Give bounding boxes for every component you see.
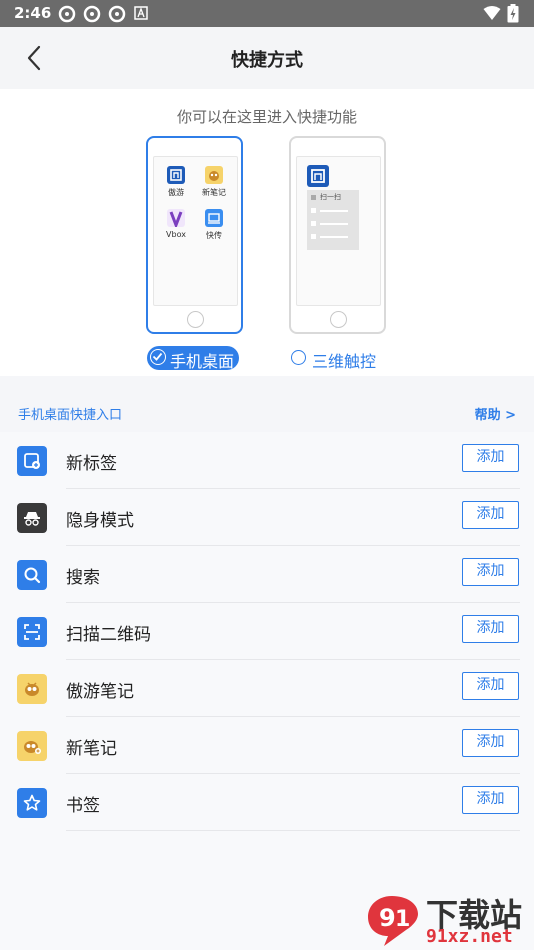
list-item: 新标签 添加	[0, 432, 534, 489]
list-item: 隐身模式 添加	[0, 489, 534, 546]
radio-icon	[291, 350, 306, 365]
touch-menu-mock: 扫一扫	[307, 190, 359, 250]
section-title: 手机桌面快捷入口	[18, 408, 123, 423]
battery-icon	[507, 4, 519, 23]
list-item: 书签 添加	[0, 774, 534, 831]
search-icon	[17, 560, 47, 590]
svg-text:9: 9	[379, 904, 396, 932]
page-title: 快捷方式	[231, 50, 303, 71]
check-icon	[150, 349, 166, 365]
add-button[interactable]: 添加	[462, 729, 519, 757]
help-link[interactable]: 帮助 >	[475, 404, 516, 423]
list-item: 扫描二维码 添加	[0, 603, 534, 660]
watermark-logo: 91	[368, 896, 418, 946]
add-button[interactable]: 添加	[462, 615, 519, 643]
touch-menu-label: 扫一扫	[320, 193, 341, 201]
item-label: 新笔记	[66, 739, 117, 759]
mini-app-label: 傲游	[168, 188, 184, 197]
mini-app-maxthon: 傲游	[158, 166, 194, 198]
status-time: 2:46	[14, 4, 52, 22]
add-button[interactable]: 添加	[462, 501, 519, 529]
phone-screen: 扫一扫	[296, 156, 381, 306]
note-bee-icon	[205, 166, 223, 184]
mini-app-quick-transfer: 快传	[196, 209, 232, 241]
option-3d-touch[interactable]: 三维触控	[290, 346, 390, 371]
option-desktop[interactable]: 手机桌面	[147, 346, 239, 371]
mini-app-label: 快传	[206, 231, 222, 240]
app-a-icon	[134, 6, 148, 20]
mini-app-new-note: 新笔记	[196, 166, 232, 198]
bookmark-icon	[17, 788, 47, 818]
divider	[66, 830, 520, 831]
maxthon-icon	[167, 166, 185, 184]
status-bar: 2:46	[0, 0, 534, 27]
list-item: 新笔记 添加	[0, 717, 534, 774]
mini-app-label: Vbox	[166, 230, 186, 239]
add-button[interactable]: 添加	[462, 672, 519, 700]
add-button[interactable]: 添加	[462, 444, 519, 472]
notification-icon	[58, 5, 76, 23]
new-tab-icon	[17, 446, 47, 476]
mini-app-label: 新笔记	[202, 188, 226, 197]
vbox-icon	[167, 209, 185, 230]
item-label: 搜索	[66, 568, 100, 588]
home-button	[330, 311, 347, 328]
maxthon-icon	[307, 165, 329, 187]
desktop-mode-preview[interactable]: 傲游 新笔记 Vbox 快传	[146, 136, 243, 334]
home-button	[187, 311, 204, 328]
add-button[interactable]: 添加	[462, 558, 519, 586]
notification-icon	[108, 5, 126, 23]
wifi-icon	[483, 6, 501, 20]
section-header: 手机桌面快捷入口 帮助 >	[0, 376, 534, 432]
option-label: 三维触控	[312, 352, 377, 371]
mini-app-vbox: Vbox	[158, 209, 194, 239]
incognito-icon	[17, 503, 47, 533]
item-label: 新标签	[66, 454, 117, 474]
list-item: 搜索 添加	[0, 546, 534, 603]
hero-subtitle: 你可以在这里进入快捷功能	[176, 108, 357, 126]
list-item: 傲游笔记 添加	[0, 660, 534, 717]
watermark-url: 91xz.net	[426, 926, 513, 947]
phone-screen: 傲游 新笔记 Vbox 快传	[153, 156, 238, 306]
add-button[interactable]: 添加	[462, 786, 519, 814]
qr-scan-icon	[17, 617, 47, 647]
notification-icon	[83, 5, 101, 23]
shortcut-list: 新标签 添加 隐身模式 添加 搜索 添加 扫描二维码 添加 傲游笔记 添加 新笔…	[0, 432, 534, 950]
watermark: 91 下载站 91xz.net	[360, 888, 534, 950]
item-label: 傲游笔记	[66, 682, 134, 702]
app-bar: 快捷方式	[0, 27, 534, 89]
item-label: 书签	[66, 796, 100, 816]
maxthon-note-icon	[17, 674, 47, 704]
shortcut-mode-selector: 你可以在这里进入快捷功能 傲游 新笔记 Vbox 快传 扫一扫 手机桌面 三维触…	[0, 89, 534, 376]
option-label: 手机桌面	[170, 352, 235, 371]
item-label: 隐身模式	[66, 511, 134, 531]
transfer-icon	[205, 209, 223, 227]
new-note-icon	[17, 731, 47, 761]
3d-touch-mode-preview[interactable]: 扫一扫	[289, 136, 386, 334]
item-label: 扫描二维码	[66, 625, 151, 645]
svg-text:1: 1	[395, 907, 410, 932]
